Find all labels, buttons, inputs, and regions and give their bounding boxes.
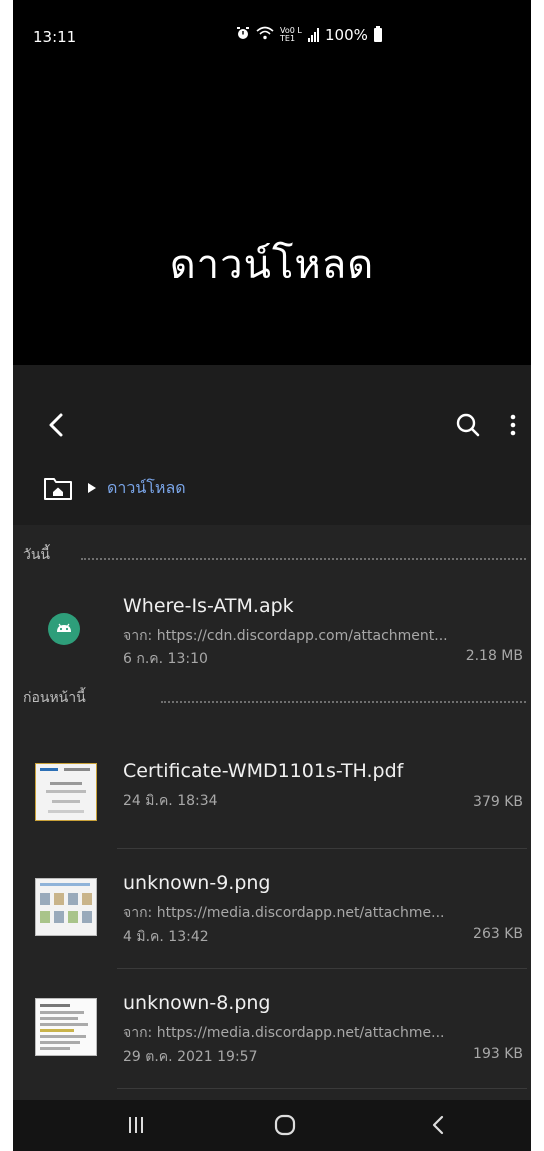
page-title: ดาวน์โหลด bbox=[169, 242, 375, 288]
more-vertical-icon bbox=[510, 414, 516, 436]
section-label: ก่อนหน้านี้ bbox=[23, 690, 86, 706]
search-button[interactable] bbox=[448, 405, 488, 445]
android-apk-icon bbox=[48, 613, 80, 645]
signal-icon bbox=[308, 28, 319, 42]
chevron-left-icon bbox=[432, 1115, 444, 1135]
file-name: Certificate-WMD1101s-TH.pdf bbox=[123, 760, 404, 782]
file-name: unknown-8.png bbox=[123, 992, 271, 1014]
row-divider bbox=[117, 1088, 527, 1089]
image-thumbnail bbox=[35, 878, 97, 936]
network-type: Vo0 LTE1 bbox=[280, 26, 302, 43]
section-header-today: วันนี้ bbox=[13, 530, 531, 570]
app-bar: ดาวน์โหลด bbox=[13, 365, 531, 525]
status-time: 13:11 bbox=[33, 28, 77, 46]
breadcrumb-current[interactable]: ดาวน์โหลด bbox=[107, 476, 186, 501]
wifi-icon bbox=[256, 26, 274, 44]
navigation-bar bbox=[13, 1100, 531, 1151]
file-date: 4 มิ.ค. 13:42 bbox=[123, 929, 209, 945]
image-thumbnail bbox=[35, 998, 97, 1056]
section-divider bbox=[81, 558, 526, 560]
file-list: วันนี้ Where-Is-ATM.apk จาก: https://cdn… bbox=[13, 525, 531, 1100]
status-icons: Vo0 LTE1 100% bbox=[236, 26, 382, 44]
file-date: 24 มิ.ค. 18:34 bbox=[123, 793, 218, 809]
hero-header: ดาวน์โหลด bbox=[13, 60, 531, 365]
breadcrumb-arrow-icon bbox=[88, 483, 96, 493]
file-size: 193 KB bbox=[473, 1046, 523, 1062]
status-bar: 13:11 Vo0 LTE1 100% bbox=[13, 0, 531, 60]
recents-button[interactable] bbox=[123, 1114, 149, 1136]
list-item[interactable]: Certificate-WMD1101s-TH.pdf 24 มิ.ค. 18:… bbox=[13, 730, 531, 840]
file-size: 379 KB bbox=[473, 794, 523, 810]
file-size: 2.18 MB bbox=[465, 648, 523, 664]
row-divider bbox=[117, 848, 527, 849]
breadcrumb: ดาวน์โหลด bbox=[43, 475, 186, 501]
battery-icon bbox=[373, 26, 382, 42]
list-item[interactable]: unknown-8.png จาก: https://media.discord… bbox=[13, 970, 531, 1080]
nav-back-button[interactable] bbox=[429, 1112, 447, 1138]
pdf-thumbnail bbox=[35, 763, 97, 821]
phone-frame: 13:11 Vo0 LTE1 100% ดาวน์โหลด ดาวน์โหลด … bbox=[0, 0, 544, 1151]
file-name: unknown-9.png bbox=[123, 872, 271, 894]
file-source: จาก: https://media.discordapp.net/attach… bbox=[123, 1025, 445, 1041]
chevron-left-icon bbox=[49, 413, 63, 437]
file-date: 6 ก.ค. 13:10 bbox=[123, 651, 208, 667]
file-name: Where-Is-ATM.apk bbox=[123, 595, 294, 617]
list-item[interactable]: Where-Is-ATM.apk จาก: https://cdn.discor… bbox=[13, 570, 531, 680]
search-icon bbox=[456, 413, 480, 437]
home-button[interactable] bbox=[273, 1112, 297, 1138]
file-date: 29 ต.ค. 2021 19:57 bbox=[123, 1049, 258, 1065]
recents-icon bbox=[129, 1117, 143, 1133]
battery-percent: 100% bbox=[325, 26, 368, 44]
list-item[interactable]: unknown-9.png จาก: https://media.discord… bbox=[13, 850, 531, 960]
home-folder-icon[interactable] bbox=[43, 475, 73, 501]
home-icon bbox=[274, 1114, 296, 1136]
file-source: จาก: https://cdn.discordapp.com/attachme… bbox=[123, 628, 448, 644]
row-divider bbox=[117, 968, 527, 969]
section-label: วันนี้ bbox=[23, 547, 51, 563]
screen: 13:11 Vo0 LTE1 100% ดาวน์โหลด ดาวน์โหลด … bbox=[13, 0, 531, 1151]
alarm-icon bbox=[236, 26, 250, 44]
file-size: 263 KB bbox=[473, 926, 523, 942]
section-divider bbox=[161, 701, 526, 703]
back-button[interactable] bbox=[37, 405, 77, 445]
section-header-earlier: ก่อนหน้านี้ bbox=[13, 673, 531, 713]
file-source: จาก: https://media.discordapp.net/attach… bbox=[123, 905, 445, 921]
more-options-button[interactable] bbox=[501, 405, 525, 445]
